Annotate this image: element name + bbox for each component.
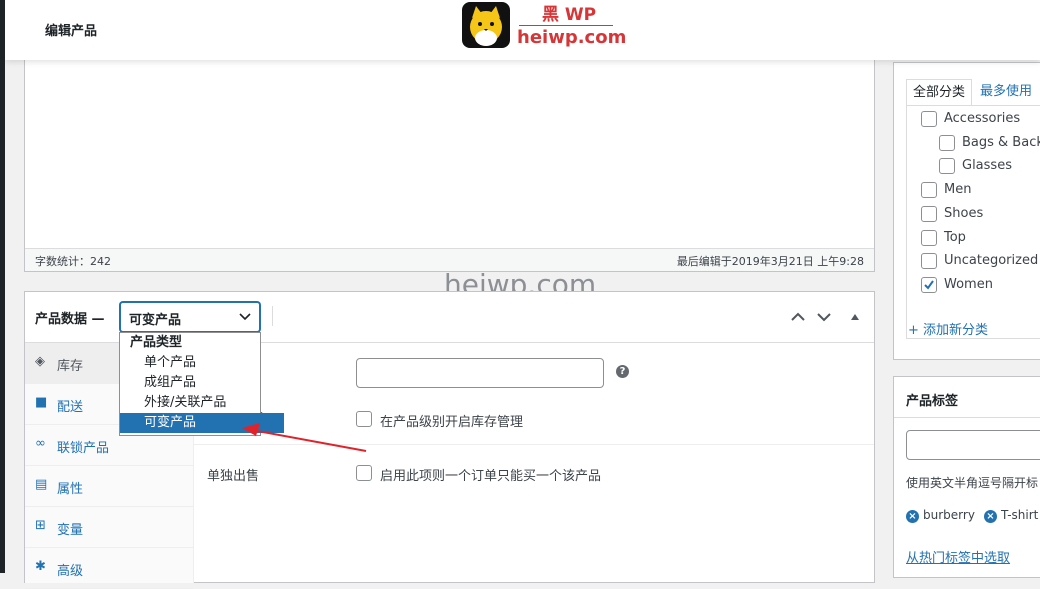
tab-label: 属性: [57, 482, 84, 497]
category-checkbox[interactable]: [921, 253, 937, 269]
category-checkbox[interactable]: [921, 230, 937, 246]
category-label: Glasses: [962, 158, 1012, 173]
categories-panel: 全部分类 最多使用 Accessories Bags & Backp Glass…: [893, 62, 1040, 360]
tag-icon: ◈: [35, 354, 45, 369]
remove-tag-icon[interactable]: ×: [906, 510, 919, 523]
remove-tag-icon[interactable]: ×: [984, 510, 997, 523]
chevron-down-icon: [239, 313, 251, 321]
gear-icon: ✱: [35, 559, 46, 574]
option-grouped[interactable]: 成组产品: [120, 373, 284, 393]
move-down-icon[interactable]: [817, 312, 831, 322]
tab-label: 配送: [57, 400, 84, 415]
tab-all-categories[interactable]: 全部分类: [906, 79, 973, 106]
header-divider: [272, 306, 273, 326]
product-data-title: 产品数据 —: [35, 312, 105, 327]
tab-attributes[interactable]: ▤ 属性: [25, 466, 193, 507]
product-type-select[interactable]: 可变产品: [120, 302, 260, 332]
sold-individually-label: 单独出售: [207, 469, 260, 484]
category-checkbox[interactable]: [939, 158, 955, 174]
category-list: Accessories Bags & Backp Glasses Men Sho…: [906, 105, 1040, 339]
tags-divider: [894, 417, 1040, 418]
tab-advanced[interactable]: ✱ 高级: [25, 548, 193, 589]
choose-popular-tags-link[interactable]: 从热门标签中选取: [906, 547, 1010, 566]
logo-divider: [519, 25, 613, 26]
category-checkbox-checked[interactable]: [921, 277, 937, 293]
manage-stock-desc: 在产品级别开启库存管理: [380, 415, 524, 430]
grid-icon: ⊞: [35, 518, 46, 533]
tab-label: 联锁产品: [57, 441, 110, 456]
logo-text: 黑 WP: [542, 5, 597, 25]
move-up-icon[interactable]: [791, 312, 805, 322]
list-icon: ▤: [35, 477, 48, 492]
category-label: Shoes: [944, 206, 984, 221]
option-external[interactable]: 外接/关联产品: [120, 393, 284, 413]
sold-individually-desc: 启用此项则一个订单只能买一个该产品: [380, 469, 602, 484]
tag-label: burberry: [923, 508, 975, 522]
collapse-icon[interactable]: [850, 313, 860, 321]
category-checkbox[interactable]: [921, 111, 937, 127]
sku-input[interactable]: [356, 358, 604, 388]
sold-individually-checkbox[interactable]: [356, 465, 372, 481]
tag-chip: × T-shirt: [984, 508, 1038, 523]
link-icon: ∞: [35, 436, 46, 451]
category-label: Men: [944, 182, 972, 197]
tab-label: 变量: [57, 523, 84, 538]
tags-title: 产品标签: [906, 394, 959, 409]
truck-icon: ■: [35, 395, 48, 410]
category-checkbox[interactable]: [921, 182, 937, 198]
add-new-category-link[interactable]: + 添加新分类: [908, 319, 988, 338]
cat-logo-icon: [462, 2, 510, 48]
category-label: Top: [944, 230, 966, 245]
tag-label: T-shirt: [1001, 508, 1039, 522]
tab-label: 库存: [57, 359, 84, 374]
category-label: Women: [944, 277, 993, 292]
tab-label: 高级: [57, 564, 84, 579]
help-icon[interactable]: ?: [616, 365, 629, 378]
category-checkbox[interactable]: [939, 135, 955, 151]
tab-most-used[interactable]: 最多使用: [980, 79, 1032, 105]
word-count: 字数统计：242: [35, 255, 111, 268]
content-editor[interactable]: 字数统计：242 最后编辑于2019年3月21日 上午9:28: [24, 58, 875, 272]
annotation-arrow: [242, 423, 367, 452]
category-label: Accessories: [944, 111, 1021, 126]
checkmark-icon: [924, 280, 934, 290]
dropdown-group-label: 产品类型: [130, 335, 183, 350]
tab-variations[interactable]: ⊞ 变量: [25, 507, 193, 548]
page-title: 编辑产品: [45, 24, 98, 39]
top-header: 编辑产品 黑 WP heiwp.com: [5, 0, 1040, 60]
tags-input[interactable]: [906, 430, 1040, 460]
tags-hint: 使用英文半角逗号隔开标: [906, 476, 1039, 490]
last-edited: 最后编辑于2019年3月21日 上午9:28: [676, 255, 864, 268]
tags-panel: 产品标签 使用英文半角逗号隔开标 × burberry × T-shirt 从热门标…: [893, 376, 1040, 578]
option-simple[interactable]: 单个产品: [120, 353, 284, 373]
category-checkbox[interactable]: [921, 206, 937, 222]
admin-sidebar-edge: [0, 0, 5, 573]
category-label: Uncategorized: [944, 253, 1039, 268]
category-label: Bags & Backp: [962, 135, 1040, 150]
logo-domain: heiwp.com: [517, 27, 627, 48]
tag-chip: × burberry: [906, 508, 975, 523]
product-type-value: 可变产品: [129, 313, 182, 328]
